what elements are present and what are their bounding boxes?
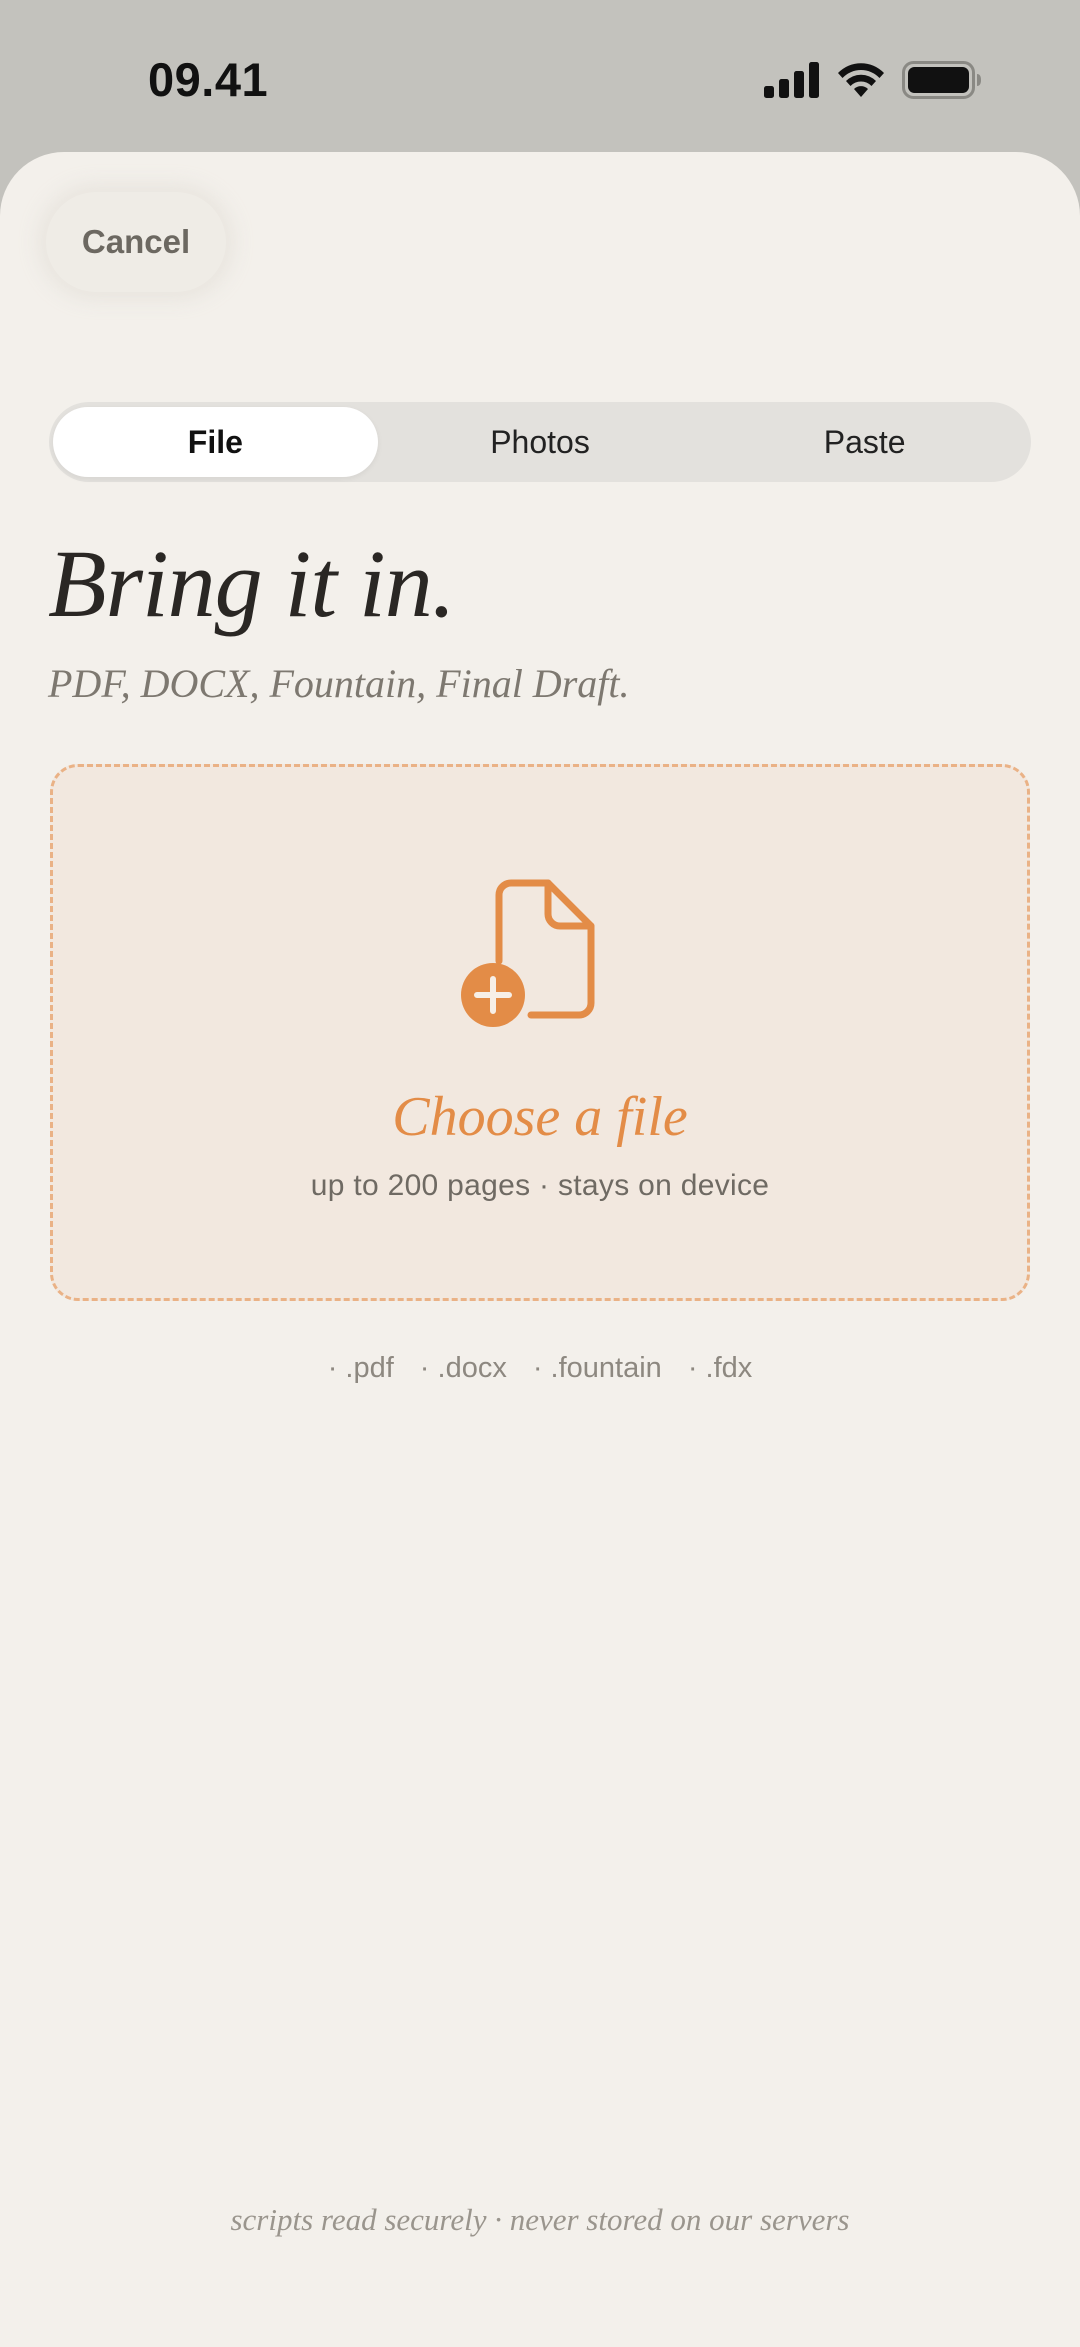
status-icons xyxy=(764,58,982,102)
supported-formats-subtitle: PDF, DOCX, Fountain, Final Draft. xyxy=(48,661,630,706)
source-segmented-control: File Photos Paste xyxy=(49,402,1031,482)
choose-file-hint: up to 200 pages · stays on device xyxy=(310,1169,770,1202)
extension-item: · .fountain xyxy=(532,1352,662,1384)
cancel-button[interactable]: Cancel xyxy=(46,192,226,292)
wifi-icon xyxy=(838,63,884,97)
status-bar: 09.41 xyxy=(0,0,1080,152)
extension-item: · .docx xyxy=(419,1352,507,1384)
file-plus-icon xyxy=(461,879,595,1027)
extension-list: · .pdf · .docx · .fountain · .fdx xyxy=(0,1352,1080,1385)
battery-icon xyxy=(902,61,981,99)
tab-photos[interactable]: Photos xyxy=(378,407,703,477)
extension-item: · .fdx xyxy=(687,1352,753,1384)
extension-item: · .pdf xyxy=(327,1352,394,1384)
status-time: 09.41 xyxy=(148,53,269,106)
privacy-footer-note: scripts read securely · never stored on … xyxy=(230,2202,850,2237)
tab-paste[interactable]: Paste xyxy=(702,407,1027,477)
cellular-signal-icon xyxy=(764,62,819,98)
choose-file-label: Choose a file xyxy=(392,1086,688,1148)
import-sheet: Cancel File Photos Paste Bring it in. PD… xyxy=(0,152,1080,2347)
file-dropzone[interactable]: Choose a file up to 200 pages · stays on… xyxy=(50,764,1030,1301)
tab-file[interactable]: File xyxy=(53,407,378,477)
page-title: Bring it in. xyxy=(48,530,456,637)
